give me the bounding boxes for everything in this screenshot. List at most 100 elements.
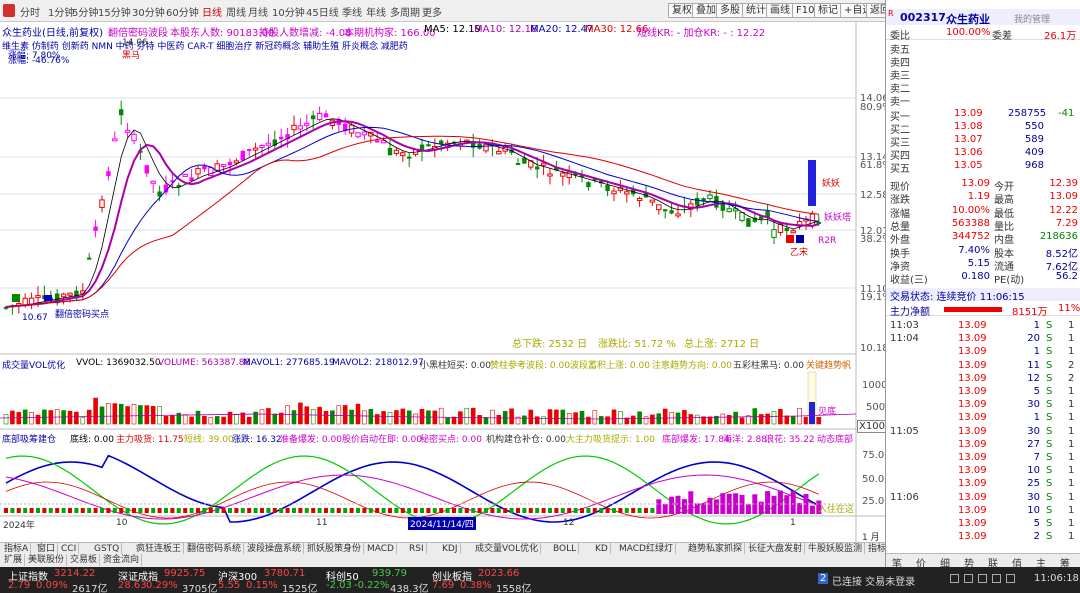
period-tab-14[interactable]: 更多: [422, 4, 442, 19]
period-tab-2[interactable]: 5分钟: [72, 4, 98, 19]
quote-row: 总量 563388 量比 7.29: [886, 218, 1080, 233]
tick-volume: 5: [1033, 518, 1040, 529]
period-tab-13[interactable]: 多周期: [390, 4, 420, 19]
tick-price: 13.09: [958, 346, 987, 358]
period-tab-1[interactable]: 1分钟: [48, 4, 74, 19]
quote-value-2: 56.2: [1055, 271, 1078, 283]
osc-bottom-bar: [196, 508, 200, 513]
tick-price: 13.09: [958, 504, 987, 516]
volume-bar: [650, 414, 655, 425]
toolbar-button-6[interactable]: 标记: [814, 3, 842, 18]
period-tab-8[interactable]: 月线: [248, 4, 268, 19]
buy-row[interactable]: 买四 13.06 409: [886, 147, 1080, 162]
tick-side: S: [1046, 333, 1053, 345]
osc-bottom-bar: [567, 508, 572, 513]
tick-row: 13.09 5 S 1: [886, 518, 1080, 531]
tick-volume: 10: [1027, 504, 1040, 516]
zhu-label: 注意趋势方向: 0.00: [652, 361, 732, 371]
tick-count: 1: [1068, 333, 1075, 345]
tick-price: 13.09: [958, 531, 987, 543]
period-tab-10[interactable]: 45日线: [306, 4, 339, 19]
buy-price: 13.08: [954, 121, 983, 132]
index-amount-2: 1525亿: [282, 584, 318, 593]
osc-bottom-bar: [464, 508, 469, 513]
volume-bar: [163, 416, 169, 425]
period-tab-9[interactable]: 10分钟: [272, 4, 305, 19]
toolbar-button-4[interactable]: 画线: [766, 3, 794, 18]
trade-state: 交易状态: 连续竞价 11:06:15: [890, 292, 1025, 303]
index-amount-1: 3705亿: [182, 584, 218, 593]
extra-tab-0[interactable]: 扩展: [2, 554, 26, 566]
osc-d4: 涨跌: 16.32: [232, 435, 282, 445]
osc-bottom-bar: [580, 508, 584, 513]
volume-bar: [202, 415, 207, 425]
volume-bar: [112, 403, 118, 425]
volume-label: VOLUME: 563387.88: [158, 358, 251, 368]
volume-bar: [93, 397, 98, 425]
netflow-bar: [944, 307, 1002, 312]
quote-value-2: 12.22: [1049, 204, 1078, 216]
xaxis-cursor-date: 2024/11/14/四: [408, 517, 476, 530]
osc-bottom-bar: [503, 508, 508, 513]
period-tab-4[interactable]: 30分钟: [132, 4, 165, 19]
candle-body: [297, 125, 304, 130]
extra-tab-1[interactable]: 美联股份: [26, 554, 68, 566]
period-tab-3[interactable]: 15分钟: [98, 4, 131, 19]
buy-row[interactable]: 买二 13.08 550: [886, 121, 1080, 136]
osc-histogram-bar: [656, 499, 662, 514]
osc-histogram-bar: [784, 495, 790, 514]
extra-tab-3[interactable]: 资金流向: [101, 554, 143, 566]
volume-bar: [138, 405, 143, 425]
indicator-name: 翻倍密码波段: [108, 28, 168, 39]
volume-bar: [547, 409, 553, 425]
netflow-label: 主力净额: [890, 307, 930, 318]
period-tab-6[interactable]: 日线: [202, 4, 222, 19]
speaker-icon[interactable]: [1006, 574, 1015, 583]
volume-bar: [387, 411, 393, 425]
lock-icon[interactable]: [978, 574, 987, 583]
osc-bottom-bar: [586, 508, 591, 513]
quote-value-2: 218636: [1039, 231, 1078, 243]
period-tab-0[interactable]: 分时: [20, 4, 40, 19]
extra-tab-2[interactable]: 交易板: [68, 554, 101, 566]
candle-body: [265, 142, 272, 146]
volume-bar: [483, 417, 489, 425]
bell-icon[interactable]: [950, 574, 959, 583]
ma10-label: MA10: 12.18: [474, 24, 538, 35]
tick-volume: 10: [1027, 465, 1040, 477]
concept-tags: 维生素 仿制药 创新药 NMN 中药 芬特 中医药 CAR-T 细胞治疗 新冠药…: [2, 42, 408, 52]
toolbar-button-2[interactable]: 多股: [716, 3, 744, 18]
volume-bar: [816, 417, 822, 425]
volume-bar: [637, 411, 642, 425]
wucai-label: 五彩柱黑马: 0.00: [733, 361, 804, 371]
osc-bottom-bar: [61, 508, 66, 513]
period-tab-7[interactable]: 周线: [226, 4, 246, 19]
buy-row[interactable]: 买三 13.07 589: [886, 134, 1080, 149]
osc-bottom-bar: [317, 508, 322, 513]
osc-panel-title: 底部吸筹建仓: [2, 435, 57, 445]
person-icon[interactable]: [992, 574, 1001, 583]
mail-icon[interactable]: [964, 574, 973, 583]
volume-bar: [394, 410, 399, 425]
osc-d10: 底部爆发: 17.84: [662, 435, 730, 445]
period-tab-12[interactable]: 年线: [366, 4, 386, 19]
indicator-tabs: 指标A 窗口 CCI GSTQ 疯狂连板王 翻倍密码系统 波段操盘系统 抓妖股策身份 MACD R…: [0, 542, 923, 555]
candle-body: [771, 229, 777, 238]
tick-side: S: [1046, 465, 1053, 477]
volume-bar: [618, 411, 623, 425]
volume-bar: [643, 416, 649, 425]
netflow-pct: 11%: [1058, 303, 1080, 314]
period-tab-5[interactable]: 60分钟: [166, 4, 199, 19]
chart-area[interactable]: 众生药业(日线,前复权) 翻倍密码波段 本股东人数: 90183.00 持股人数…: [0, 22, 894, 543]
buy-row[interactable]: 买五 13.05 968: [886, 160, 1080, 175]
period-tab-11[interactable]: 季线: [342, 4, 362, 19]
kline-chart[interactable]: [0, 22, 885, 542]
tick-row: 13.09 10 S 1: [886, 465, 1080, 478]
buy-row[interactable]: 买一 13.09 258755 -41: [886, 108, 1080, 123]
sub-label: 我的管理: [1014, 15, 1051, 25]
last-candle: [808, 160, 816, 206]
osc-bottom-bar: [336, 508, 341, 513]
osc-bottom-bar: [215, 508, 220, 513]
tick-row: 13.09 1 S 1: [886, 412, 1080, 425]
volume-bar: [29, 412, 34, 425]
